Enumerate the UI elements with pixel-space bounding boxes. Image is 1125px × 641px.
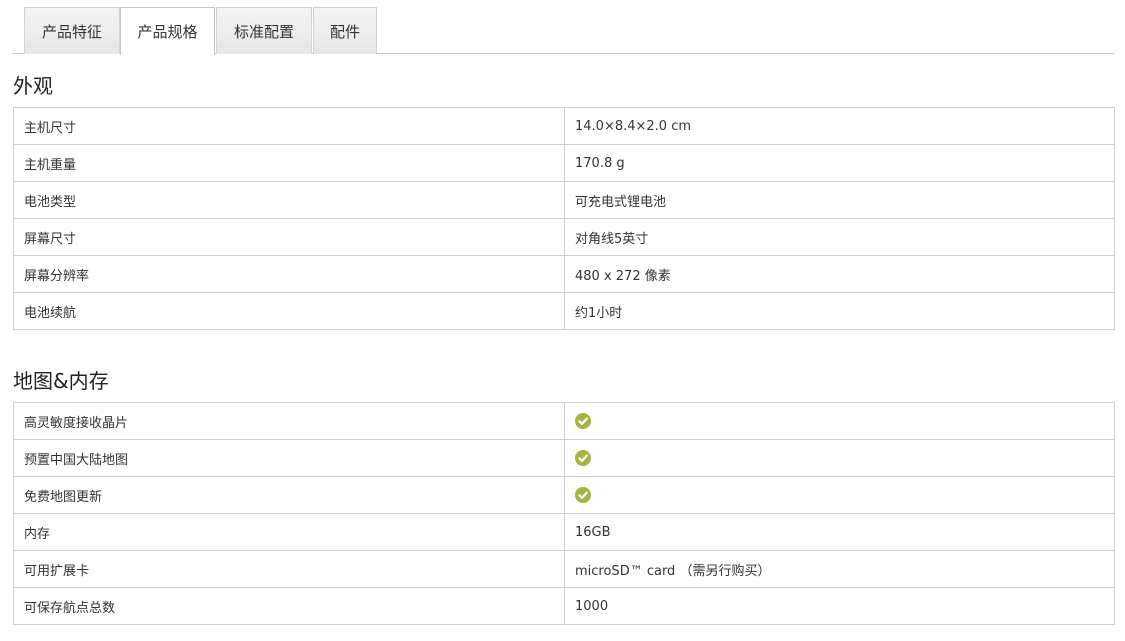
spec-value: 可充电式锂电池 [564, 181, 1115, 219]
tab-label: 标准配置 [233, 22, 294, 41]
section-title-map-memory: 地图&内存 [13, 369, 109, 393]
tab-bar: 产品特征 产品规格 标准配置 配件 [12, 0, 1114, 55]
spec-label: 屏幕分辨率 [13, 255, 565, 293]
table-row: 预置中国大陆地图 [13, 439, 1115, 477]
table-row: 可用扩展卡 microSD™ card （需另行购买） [13, 550, 1115, 588]
spec-value [564, 439, 1115, 477]
spec-value: 对角线5英寸 [564, 218, 1115, 256]
table-row: 免费地图更新 [13, 476, 1115, 514]
spec-value [564, 476, 1115, 514]
spec-label: 免费地图更新 [13, 476, 565, 514]
table-row: 屏幕分辨率 480 x 272 像素 [13, 255, 1115, 293]
spec-value [564, 402, 1115, 440]
table-row: 内存 16GB [13, 513, 1115, 551]
tab-features[interactable]: 产品特征 [24, 7, 120, 54]
table-row: 可保存航点总数 1000 [13, 587, 1115, 625]
spec-label: 主机尺寸 [13, 107, 565, 145]
spec-value: 480 x 272 像素 [564, 255, 1115, 293]
spec-label: 预置中国大陆地图 [13, 439, 565, 477]
spec-label: 可用扩展卡 [13, 550, 565, 588]
spec-value: 14.0×8.4×2.0 cm [564, 107, 1115, 145]
spec-label: 电池续航 [13, 292, 565, 330]
tab-accessories[interactable]: 配件 [313, 7, 377, 54]
tab-specifications[interactable]: 产品规格 [120, 7, 215, 55]
table-row: 电池类型 可充电式锂电池 [13, 181, 1115, 219]
check-circle-icon [575, 413, 591, 429]
tab-label: 产品特征 [41, 22, 102, 41]
spec-label: 电池类型 [13, 181, 565, 219]
section-title-appearance: 外观 [13, 74, 53, 98]
spec-label: 屏幕尺寸 [13, 218, 565, 256]
table-row: 主机重量 170.8 g [13, 144, 1115, 182]
check-circle-icon [575, 487, 591, 503]
spec-label: 主机重量 [13, 144, 565, 182]
spec-label: 内存 [13, 513, 565, 551]
check-circle-icon [575, 450, 591, 466]
tab-standard-config[interactable]: 标准配置 [216, 7, 312, 54]
table-row: 主机尺寸 14.0×8.4×2.0 cm [13, 107, 1115, 145]
spec-table-map-memory: 高灵敏度接收晶片 预置中国大陆地图 免费地图更新 内存 16GB 可用扩展卡 m… [13, 402, 1115, 625]
tab-label: 产品规格 [137, 23, 198, 41]
spec-label: 高灵敏度接收晶片 [13, 402, 565, 440]
table-row: 屏幕尺寸 对角线5英寸 [13, 218, 1115, 256]
spec-page: 产品特征 产品规格 标准配置 配件 外观 主机尺寸 14.0×8.4×2.0 c… [0, 0, 1125, 641]
spec-label: 可保存航点总数 [13, 587, 565, 625]
table-row: 高灵敏度接收晶片 [13, 402, 1115, 440]
spec-value: 16GB [564, 513, 1115, 551]
spec-value: 170.8 g [564, 144, 1115, 182]
spec-table-appearance: 主机尺寸 14.0×8.4×2.0 cm 主机重量 170.8 g 电池类型 可… [13, 107, 1115, 330]
spec-value: microSD™ card （需另行购买） [564, 550, 1115, 588]
spec-value: 约1小时 [564, 292, 1115, 330]
table-row: 电池续航 约1小时 [13, 292, 1115, 330]
tab-label: 配件 [329, 22, 360, 41]
spec-value: 1000 [564, 587, 1115, 625]
